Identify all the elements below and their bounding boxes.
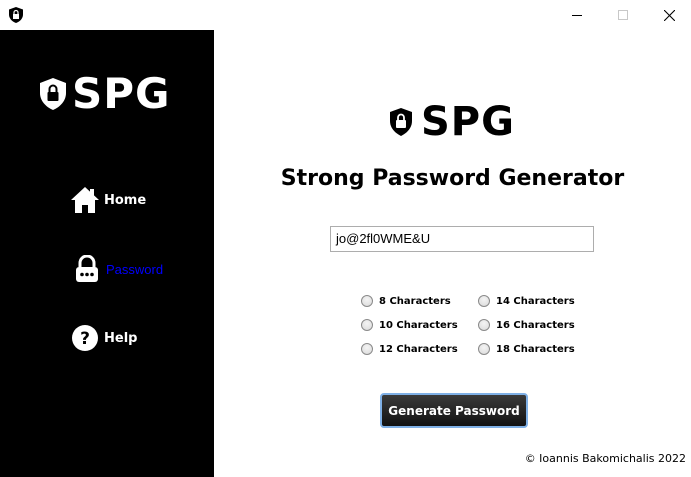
shield-lock-icon <box>390 108 412 136</box>
maximize-icon <box>618 10 628 20</box>
sidebar-logo-text: SPG <box>72 69 171 118</box>
generate-password-button[interactable]: Generate Password <box>380 393 528 428</box>
main-logo-text: SPG <box>421 99 515 145</box>
sidebar-item-password[interactable]: Password <box>72 253 163 285</box>
password-output-field[interactable]: jo@2fl0WME&U <box>330 226 594 252</box>
page-title: Strong Password Generator <box>280 166 625 191</box>
sidebar-item-label: Home <box>104 192 147 208</box>
home-icon <box>70 185 100 215</box>
title-bar <box>0 0 691 30</box>
shield-lock-icon <box>9 7 23 23</box>
radio-label: 14 Characters <box>496 295 575 307</box>
minimize-button[interactable] <box>554 0 600 30</box>
sidebar-item-label: Password <box>106 261 164 277</box>
radio-button[interactable] <box>478 319 490 331</box>
radio-button[interactable] <box>478 295 490 307</box>
minimize-icon <box>572 15 582 16</box>
sidebar: SPG Home Password ? Help <box>0 30 214 477</box>
radio-label: 12 Characters <box>379 343 458 355</box>
radio-label: 16 Characters <box>496 319 575 331</box>
length-option-14[interactable]: 14 Characters <box>478 289 575 313</box>
length-options-column-left: 8 Characters 10 Characters 12 Characters <box>361 289 458 361</box>
sidebar-item-help[interactable]: ? Help <box>70 322 137 354</box>
length-option-12[interactable]: 12 Characters <box>361 337 458 361</box>
length-options-column-right: 14 Characters 16 Characters 18 Character… <box>478 289 575 361</box>
radio-button[interactable] <box>361 343 373 355</box>
length-option-18[interactable]: 18 Characters <box>478 337 575 361</box>
svg-text:?: ? <box>80 329 90 349</box>
sidebar-item-home[interactable]: Home <box>70 184 146 216</box>
radio-label: 18 Characters <box>496 343 575 355</box>
maximize-button[interactable] <box>600 0 646 30</box>
sidebar-logo: SPG <box>40 69 171 118</box>
help-icon: ? <box>70 323 100 353</box>
radio-label: 8 Characters <box>379 295 451 307</box>
copyright-footer: © Ioannis Bakomichalis 2022 <box>524 452 686 465</box>
lock-icon <box>72 254 102 284</box>
shield-lock-icon <box>40 78 66 110</box>
main-logo: SPG <box>390 102 515 142</box>
radio-button[interactable] <box>361 319 373 331</box>
sidebar-item-label: Help <box>104 330 138 346</box>
length-option-10[interactable]: 10 Characters <box>361 313 458 337</box>
close-button[interactable] <box>646 0 691 30</box>
close-icon <box>663 9 675 21</box>
length-option-16[interactable]: 16 Characters <box>478 313 575 337</box>
radio-button[interactable] <box>361 295 373 307</box>
radio-label: 10 Characters <box>379 319 458 331</box>
length-option-8[interactable]: 8 Characters <box>361 289 458 313</box>
radio-button[interactable] <box>478 343 490 355</box>
